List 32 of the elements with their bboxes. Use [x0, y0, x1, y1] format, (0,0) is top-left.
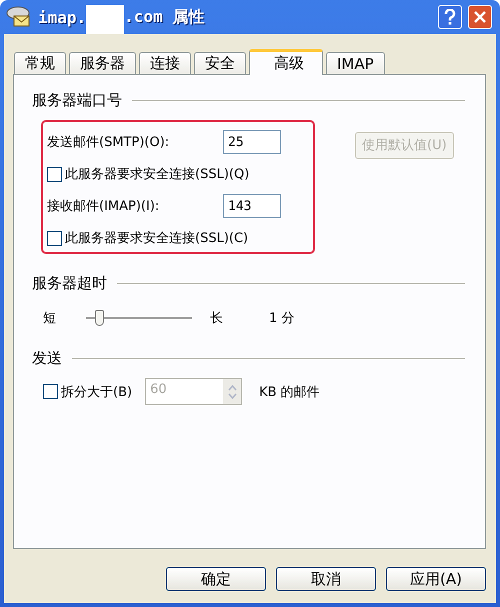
slider-thumb[interactable]	[94, 310, 104, 326]
tab[interactable]: 连接	[139, 52, 191, 74]
tab[interactable]: IMAP	[326, 52, 385, 74]
checkbox[interactable]	[47, 230, 62, 246]
group-title: 发送	[32, 349, 62, 368]
tab[interactable]: 安全	[194, 52, 246, 74]
window-title: imap. .com 属性	[38, 0, 204, 35]
tab[interactable]: 常规	[14, 52, 66, 74]
help-icon[interactable]	[438, 5, 462, 29]
input-field[interactable]: 25	[223, 130, 281, 154]
checkbox-label: 拆分大于(B)	[61, 384, 132, 400]
unit-label: KB 的邮件	[259, 384, 320, 400]
tab[interactable]: 高级	[249, 49, 323, 75]
slider-label: 短	[43, 310, 56, 327]
close-icon[interactable]	[468, 5, 492, 29]
timeout-reading: 1 分	[269, 310, 294, 327]
dialog-button[interactable]: 确定	[166, 567, 266, 591]
tab[interactable]: 服务器	[69, 52, 136, 74]
slider-label: 长	[210, 310, 223, 327]
input-field[interactable]: 143	[223, 194, 281, 218]
field-label: 接收邮件(IMAP)(I):	[47, 198, 160, 215]
timeout-slider[interactable]	[86, 308, 192, 328]
dialog-button[interactable]: 取消	[276, 567, 376, 591]
field-label: 发送邮件(SMTP)(O):	[47, 134, 170, 151]
mail-server-icon	[6, 6, 32, 28]
checkbox[interactable]	[47, 166, 62, 182]
checkbox-label: 此服务器要求安全连接(SSL)(Q)	[65, 166, 250, 183]
group-title: 服务器超时	[32, 274, 107, 293]
checkbox-label: 此服务器要求安全连接(SSL)(C)	[65, 230, 248, 247]
checkbox[interactable]	[43, 384, 58, 399]
group-title: 服务器端口号	[32, 91, 122, 110]
dialog-button[interactable]: 应用(A)	[386, 567, 486, 591]
